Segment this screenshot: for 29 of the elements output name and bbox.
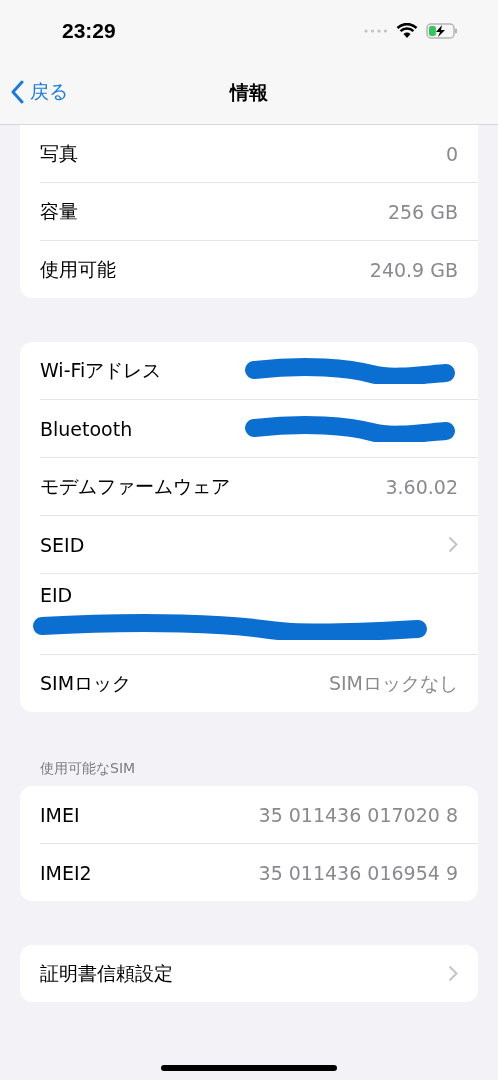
chevron-icon (448, 536, 458, 553)
signal-dots-icon (364, 29, 388, 33)
row-value: 0 (445, 142, 458, 165)
row-value: 240.9 GB (369, 258, 458, 281)
section-header: 使用可能なSIM (40, 760, 137, 778)
row-label: 容量 (40, 198, 78, 224)
row-label: モデムファームウェア (40, 473, 230, 499)
row-value: 35 011436 017020 8 (258, 803, 458, 826)
row-value: SIMロックなし (328, 670, 458, 696)
row-label: IMEI2 (40, 861, 92, 884)
settings-row[interactable]: SEID (40, 516, 478, 574)
row-label: EID (40, 584, 74, 606)
row-label: 使用可能 (40, 256, 116, 282)
status-time: 23:29 (62, 19, 116, 43)
row-label: Wi-Fiアドレス (40, 357, 162, 383)
row-label: SEID (40, 533, 85, 556)
page-title: 情報 (230, 80, 268, 105)
row-value: 256 GB (387, 200, 458, 223)
back-button[interactable]: 戻る (10, 79, 68, 105)
row-label: 写真 (40, 140, 78, 166)
row-label: SIMロック (40, 670, 132, 696)
row-label: 証明書信頼設定 (40, 960, 173, 986)
row-label: Bluetooth (40, 417, 133, 440)
wifi-icon (396, 23, 418, 39)
back-chevron-icon (10, 80, 24, 104)
row-value: 35 011436 016954 9 (258, 861, 458, 884)
row-label: IMEI (40, 803, 80, 826)
row-value: 3.60.02 (385, 475, 458, 498)
chevron-icon (448, 965, 458, 982)
